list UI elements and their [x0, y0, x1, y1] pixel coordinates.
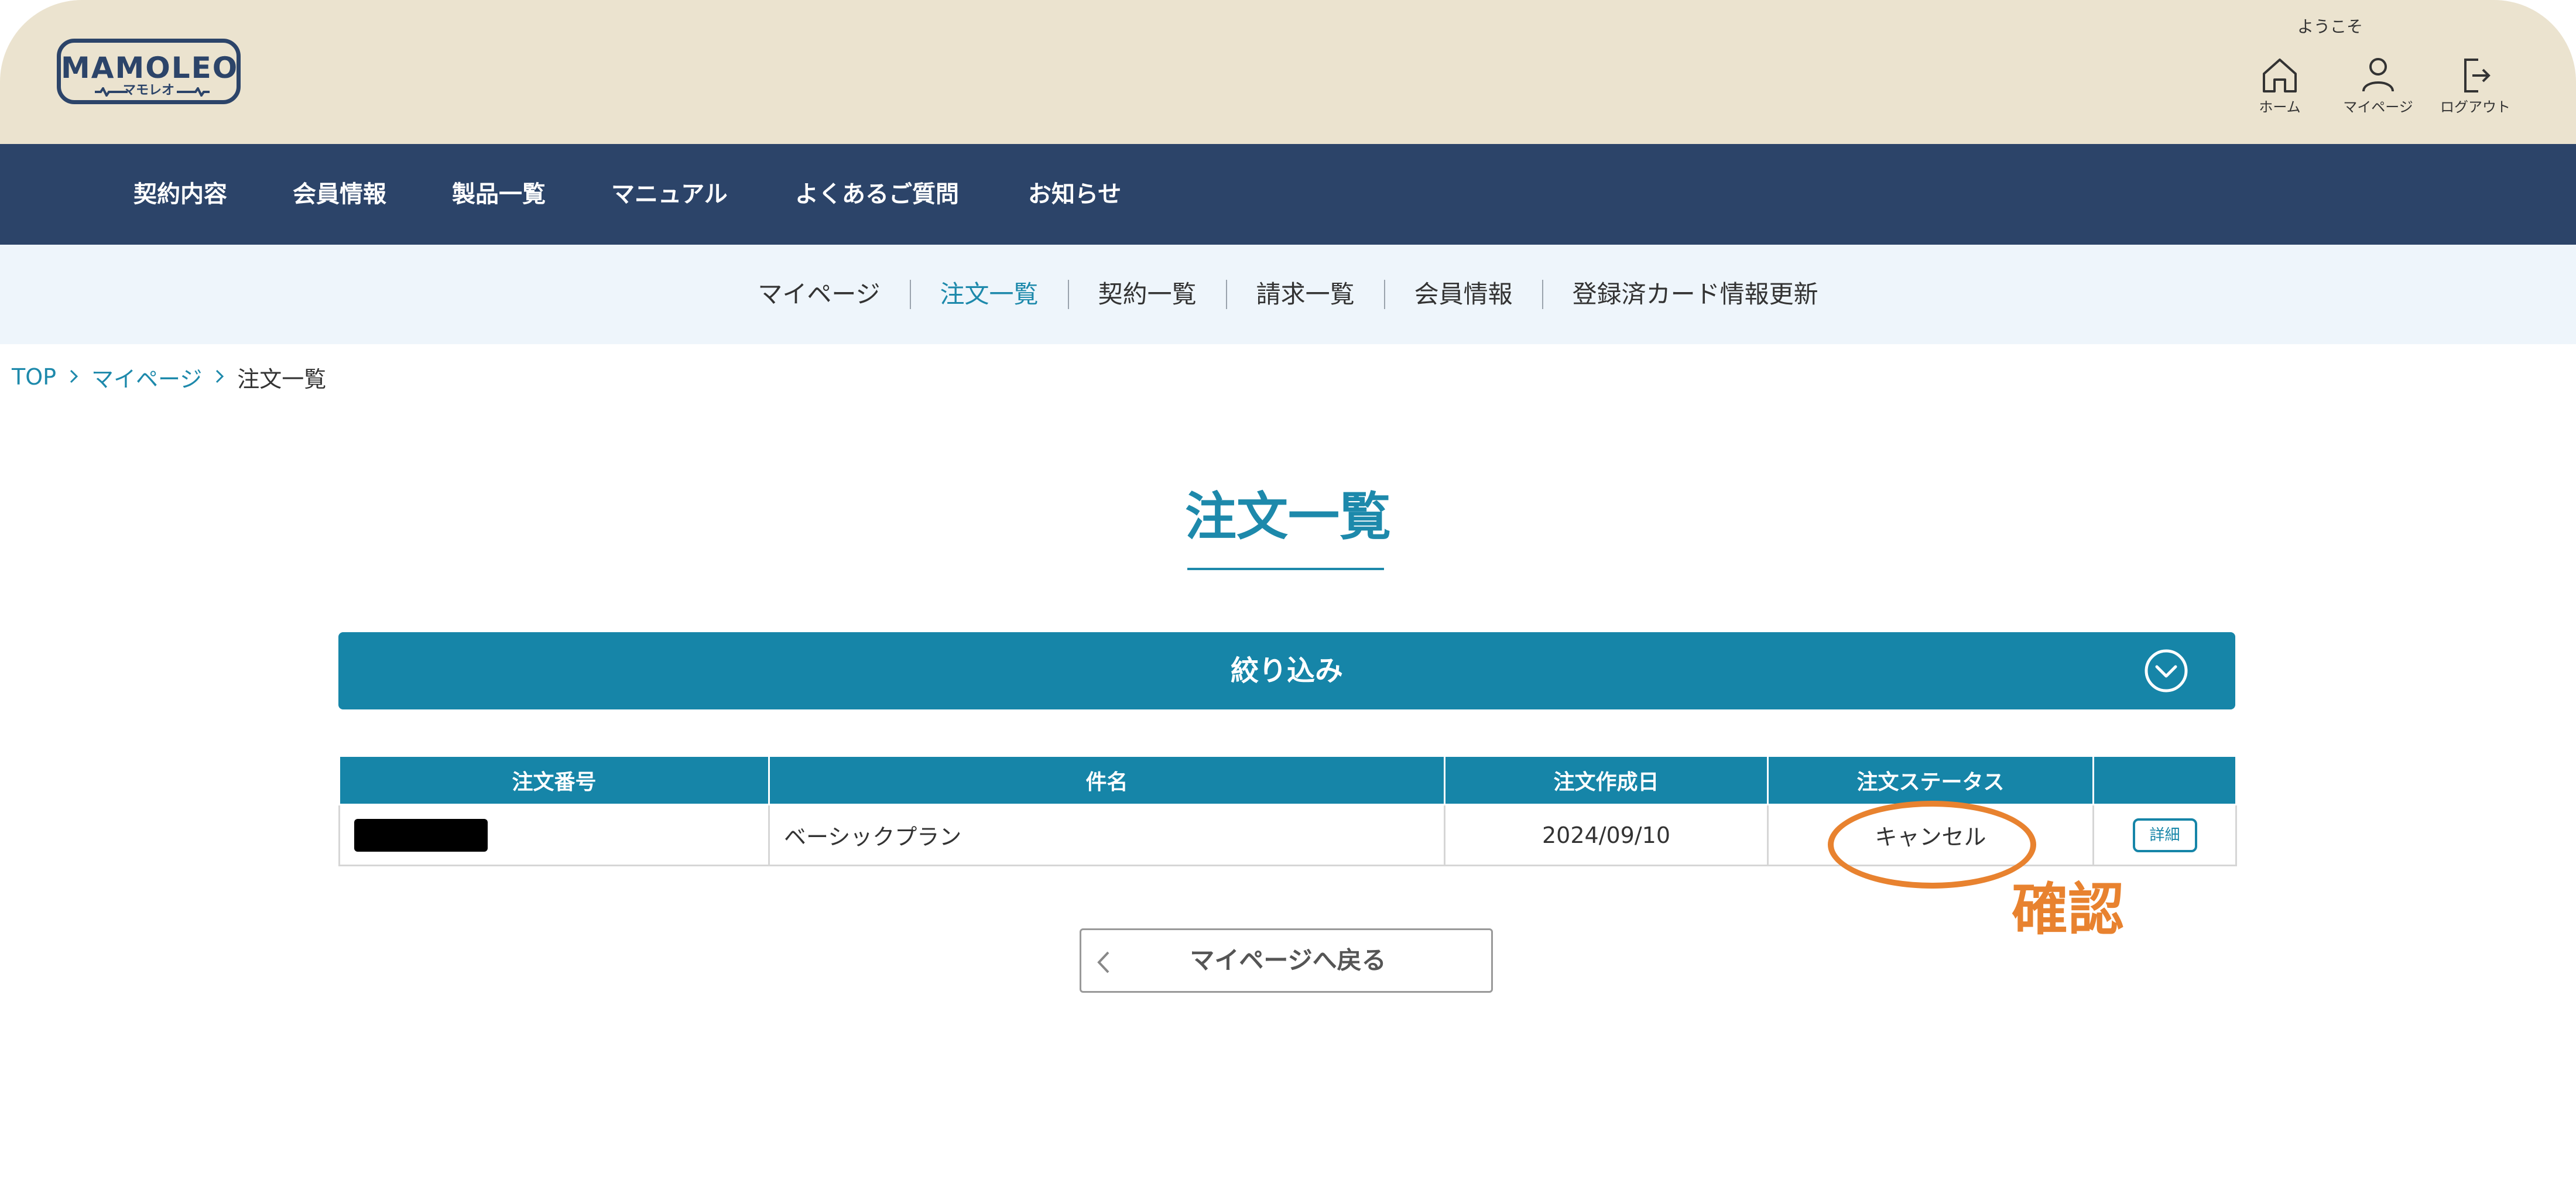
main-nav-manual[interactable]: マニュアル: [611, 144, 728, 245]
chevron-down-circle-icon[interactable]: [2143, 647, 2190, 694]
annotation-text: 確認: [2012, 877, 2124, 942]
breadcrumb-mypage[interactable]: マイページ: [91, 361, 202, 393]
header-created-date: 注文作成日: [1444, 755, 1769, 805]
breadcrumb-top[interactable]: TOP: [12, 364, 56, 390]
sub-nav-invoices[interactable]: 請求一覧: [1227, 277, 1384, 312]
logo-text: MAMOLEO: [61, 51, 239, 85]
header-status: 注文ステータス: [1767, 755, 2094, 805]
cell-order-number: [338, 804, 770, 866]
header-actions: [2092, 755, 2237, 805]
sub-nav-card-update[interactable]: 登録済カード情報更新: [1543, 277, 1848, 312]
table-header-row: 注文番号 件名 注文作成日 注文ステータス: [338, 755, 2237, 805]
page-root: MAMOLEO マモレオ ようこそ ホーム マイページ ログアウト 契約内容 会…: [0, 0, 2576, 1183]
sub-nav: マイページ 注文一覧 契約一覧 請求一覧 会員情報 登録済カード情報更新: [0, 245, 2576, 344]
sub-nav-contracts[interactable]: 契約一覧: [1069, 277, 1226, 312]
sub-nav-member-info[interactable]: 会員情報: [1385, 277, 1542, 312]
main-nav-faq[interactable]: よくあるご質問: [795, 144, 959, 245]
logout-label: ログアウト: [2440, 99, 2510, 115]
main-nav-member-info[interactable]: 会員情報: [293, 144, 386, 245]
title-underline: [1187, 568, 1384, 570]
cell-created-date: 2024/09/10: [1444, 804, 1769, 866]
back-to-mypage-button[interactable]: マイページへ戻る: [1080, 928, 1493, 993]
home-label: ホーム: [2259, 99, 2301, 115]
breadcrumb: TOP マイページ 注文一覧: [12, 361, 326, 393]
welcome-text: ようこそ: [2297, 17, 2363, 36]
header-logout-link[interactable]: ログアウト: [2428, 56, 2522, 126]
main-nav-products[interactable]: 製品一覧: [452, 144, 546, 245]
page-title: 注文一覧: [1184, 486, 1391, 547]
header-mypage-link[interactable]: マイページ: [2331, 56, 2425, 126]
mamoleo-logo[interactable]: MAMOLEO マモレオ: [57, 39, 241, 104]
sub-nav-mypage[interactable]: マイページ: [728, 277, 909, 312]
cell-actions: 詳細: [2092, 804, 2237, 866]
site-header: MAMOLEO マモレオ ようこそ ホーム マイページ ログアウト: [0, 0, 2576, 144]
main-nav-contract[interactable]: 契約内容: [133, 144, 227, 245]
sub-nav-orders[interactable]: 注文一覧: [911, 277, 1068, 312]
chevron-right-icon: [202, 364, 237, 390]
header-home-link[interactable]: ホーム: [2233, 56, 2327, 126]
header-subject: 件名: [768, 755, 1445, 805]
user-icon: [2362, 58, 2394, 92]
main-nav-news[interactable]: お知らせ: [1028, 144, 1121, 245]
chevron-right-icon: [56, 364, 91, 390]
logout-icon: [2464, 59, 2491, 92]
filter-label: 絞り込み: [1230, 654, 1343, 687]
header-order-number: 注文番号: [338, 755, 770, 805]
main-nav: 契約内容 会員情報 製品一覧 マニュアル よくあるご質問 お知らせ: [0, 144, 2576, 245]
mypage-label: マイページ: [2343, 99, 2413, 115]
redacted-order-number: [354, 818, 488, 852]
detail-button[interactable]: 詳細: [2132, 818, 2197, 852]
breadcrumb-current: 注文一覧: [237, 366, 327, 392]
annotation-circle: [1828, 801, 2036, 889]
logo-wave-right-icon: [177, 87, 210, 97]
back-button-label: マイページへ戻る: [1190, 946, 1386, 975]
home-icon: [2263, 59, 2297, 92]
filter-toggle-bar[interactable]: 絞り込み: [338, 632, 2235, 709]
cell-subject: ベーシックプラン: [768, 804, 1445, 866]
